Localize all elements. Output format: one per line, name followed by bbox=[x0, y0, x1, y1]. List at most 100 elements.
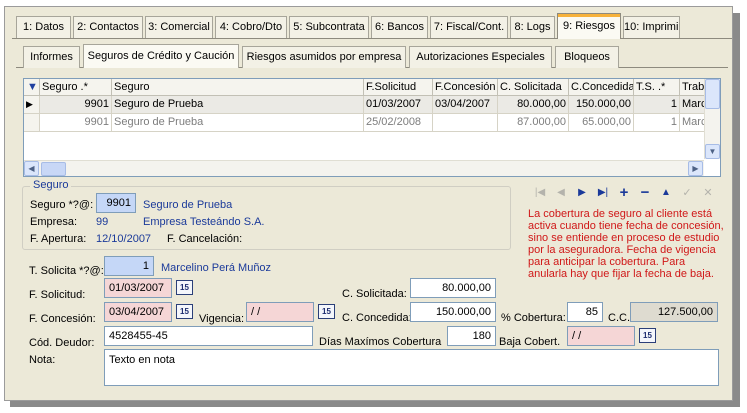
tab-bancos[interactable]: 6: Bancos bbox=[371, 16, 428, 38]
tab-fiscal-cont[interactable]: 7: Fiscal/Cont. bbox=[430, 16, 508, 38]
deudor-label: Cód. Deudor: bbox=[29, 337, 95, 349]
cell-ts[interactable]: 1 bbox=[634, 96, 680, 114]
deudor-field[interactable]: 4528455-45 bbox=[104, 326, 313, 346]
col-header-seguro-code[interactable]: Seguro .* bbox=[40, 79, 112, 96]
c-solicitada-label: C. Solicitada: bbox=[342, 288, 407, 300]
baja-label: Baja Cobert. bbox=[499, 336, 561, 348]
vigencia-calendar-icon[interactable]: 15 bbox=[318, 304, 335, 319]
dias-field[interactable]: 180 bbox=[447, 326, 496, 346]
subtab-informes[interactable]: Informes bbox=[23, 46, 80, 68]
solicita-code-field[interactable]: 1 bbox=[104, 256, 154, 276]
main-tabs-baseline bbox=[12, 38, 732, 39]
col-header-c-concedida[interactable]: C.Concedida bbox=[569, 79, 634, 96]
solicita-label: T. Solicita *?@: bbox=[29, 265, 104, 277]
nav-edit-icon[interactable]: ▲ bbox=[658, 186, 674, 200]
cc-field[interactable]: 127.500,00 bbox=[630, 302, 718, 322]
tab-contactos[interactable]: 2: Contactos bbox=[73, 16, 143, 38]
solicita-name: Marcelino Perá Muñoz bbox=[161, 262, 272, 274]
tab-riesgos[interactable]: 9: Riesgos bbox=[557, 13, 621, 39]
tab-cobro-dto[interactable]: 4: Cobro/Dto bbox=[215, 16, 287, 38]
seguro-label: Seguro *?@: bbox=[30, 199, 94, 211]
col-header-c-solicitada[interactable]: C. Solicitada bbox=[498, 79, 569, 96]
dias-label: Días Maxímos Cobertura bbox=[319, 336, 442, 348]
cobertura-field[interactable]: 85 bbox=[567, 302, 603, 322]
cell-seguro-code[interactable]: 9901 bbox=[40, 96, 112, 114]
scroll-left-icon[interactable]: ◀ bbox=[24, 161, 39, 176]
nav-next-icon[interactable]: ▶ bbox=[574, 186, 590, 200]
tab-datos[interactable]: 1: Datos bbox=[16, 16, 71, 38]
cell-seguro[interactable]: Seguro de Prueba bbox=[112, 114, 364, 132]
baja-calendar-icon[interactable]: 15 bbox=[639, 328, 656, 343]
nav-delete-icon[interactable]: − bbox=[637, 185, 653, 200]
cell-c-solicitada[interactable]: 87.000,00 bbox=[498, 114, 569, 132]
col-header-f-solicitud[interactable]: F.Solicitud bbox=[364, 79, 433, 96]
cell-trab[interactable]: Marc bbox=[680, 96, 706, 114]
cc-label: C.C. bbox=[608, 312, 630, 324]
col-header-trab[interactable]: Trab bbox=[680, 79, 706, 96]
nav-last-icon[interactable]: ▶| bbox=[595, 186, 611, 200]
nota-label: Nota: bbox=[29, 354, 56, 366]
baja-field[interactable]: / / bbox=[567, 326, 635, 346]
f-concesion-calendar-icon[interactable]: 15 bbox=[176, 304, 193, 319]
grid-vertical-scrollbar[interactable]: ▼ bbox=[704, 79, 720, 159]
empresa-name: Empresa Testeándo S.A. bbox=[143, 216, 265, 228]
cell-ts[interactable]: 1 bbox=[634, 114, 680, 132]
seguros-grid[interactable]: ▼ Seguro .* Seguro F.Solicitud F.Concesi… bbox=[23, 78, 721, 177]
cobertura-label: % Cobertura: bbox=[501, 312, 566, 324]
cell-f-concesion[interactable]: 03/04/2007 bbox=[433, 96, 498, 114]
empresa-code: 99 bbox=[96, 216, 109, 228]
grid-indicator-header[interactable]: ▼ bbox=[24, 79, 40, 96]
cell-f-solicitud[interactable]: 25/02/2008 bbox=[364, 114, 433, 132]
grid-horizontal-scrollbar[interactable]: ◀ ▶ bbox=[24, 160, 704, 176]
apertura-value: 12/10/2007 bbox=[96, 233, 152, 245]
vigencia-label: Vigencia: bbox=[199, 313, 245, 325]
hscroll-thumb[interactable] bbox=[41, 162, 66, 176]
cell-trab[interactable]: Marc bbox=[680, 114, 706, 132]
cell-c-concedida[interactable]: 65.000,00 bbox=[569, 114, 634, 132]
f-solicitud-calendar-icon[interactable]: 15 bbox=[176, 280, 193, 295]
f-concesion-field[interactable]: 03/04/2007 bbox=[104, 302, 172, 322]
tab-comercial[interactable]: 3: Comercial bbox=[145, 16, 213, 38]
subtab-bloqueos[interactable]: Bloqueos bbox=[555, 46, 619, 68]
subtab-riesgos-asumidos[interactable]: Riesgos asumidos por empresa bbox=[242, 46, 406, 68]
seguro-legend: Seguro bbox=[30, 179, 72, 191]
f-solicitud-field[interactable]: 01/03/2007 bbox=[104, 278, 172, 298]
col-header-ts[interactable]: T.S. .* bbox=[634, 79, 680, 96]
empresa-label: Empresa: bbox=[30, 216, 78, 228]
scroll-down-icon[interactable]: ▼ bbox=[705, 144, 720, 159]
info-text: La cobertura de seguro al cliente está a… bbox=[528, 208, 724, 280]
nav-insert-icon[interactable]: + bbox=[616, 185, 632, 200]
tab-imprimir[interactable]: 10: Imprimir bbox=[623, 16, 680, 38]
seguro-code-field[interactable]: 9901 bbox=[96, 193, 136, 213]
cell-c-solicitada[interactable]: 80.000,00 bbox=[498, 96, 569, 114]
c-concedida-field[interactable]: 150.000,00 bbox=[410, 302, 496, 322]
seguro-name: Seguro de Prueba bbox=[143, 199, 233, 211]
c-solicitada-field[interactable]: 80.000,00 bbox=[410, 278, 496, 298]
row-pointer: ▶ bbox=[24, 96, 40, 114]
subtab-autorizaciones[interactable]: Autorizaciones Especiales bbox=[409, 46, 552, 68]
cell-seguro-code[interactable]: 9901 bbox=[40, 114, 112, 132]
cell-f-concesion[interactable] bbox=[433, 114, 498, 132]
scroll-right-icon[interactable]: ▶ bbox=[688, 161, 703, 176]
vscroll-thumb[interactable] bbox=[705, 79, 720, 109]
cell-c-concedida[interactable]: 150.000,00 bbox=[569, 96, 634, 114]
row-pointer bbox=[24, 114, 40, 132]
f-concesion-label: F. Concesión: bbox=[29, 313, 96, 325]
cell-seguro[interactable]: Seguro de Prueba bbox=[112, 96, 364, 114]
tab-subcontrata[interactable]: 5: Subcontrata bbox=[289, 16, 369, 38]
nav-prior-icon[interactable]: ◀ bbox=[553, 186, 569, 200]
col-header-f-concesion[interactable]: F.Concesión bbox=[433, 79, 498, 96]
f-solicitud-label: F. Solicitud: bbox=[29, 289, 86, 301]
cancelacion-label: F. Cancelación: bbox=[167, 233, 243, 245]
c-concedida-label: C. Concedida: bbox=[342, 312, 412, 324]
nota-textarea[interactable]: Texto en nota bbox=[104, 349, 719, 386]
col-header-seguro[interactable]: Seguro bbox=[112, 79, 364, 96]
apertura-label: F. Apertura: bbox=[30, 233, 87, 245]
nav-first-icon[interactable]: |◀ bbox=[532, 186, 548, 200]
nav-post-icon[interactable]: ✓ bbox=[679, 186, 695, 200]
cell-f-solicitud[interactable]: 01/03/2007 bbox=[364, 96, 433, 114]
vigencia-field[interactable]: / / bbox=[246, 302, 314, 322]
subtab-seguros-credito[interactable]: Seguros de Crédito y Caución bbox=[83, 44, 239, 68]
tab-logs[interactable]: 8: Logs bbox=[510, 16, 555, 38]
nav-cancel-icon[interactable]: ✕ bbox=[700, 186, 716, 200]
